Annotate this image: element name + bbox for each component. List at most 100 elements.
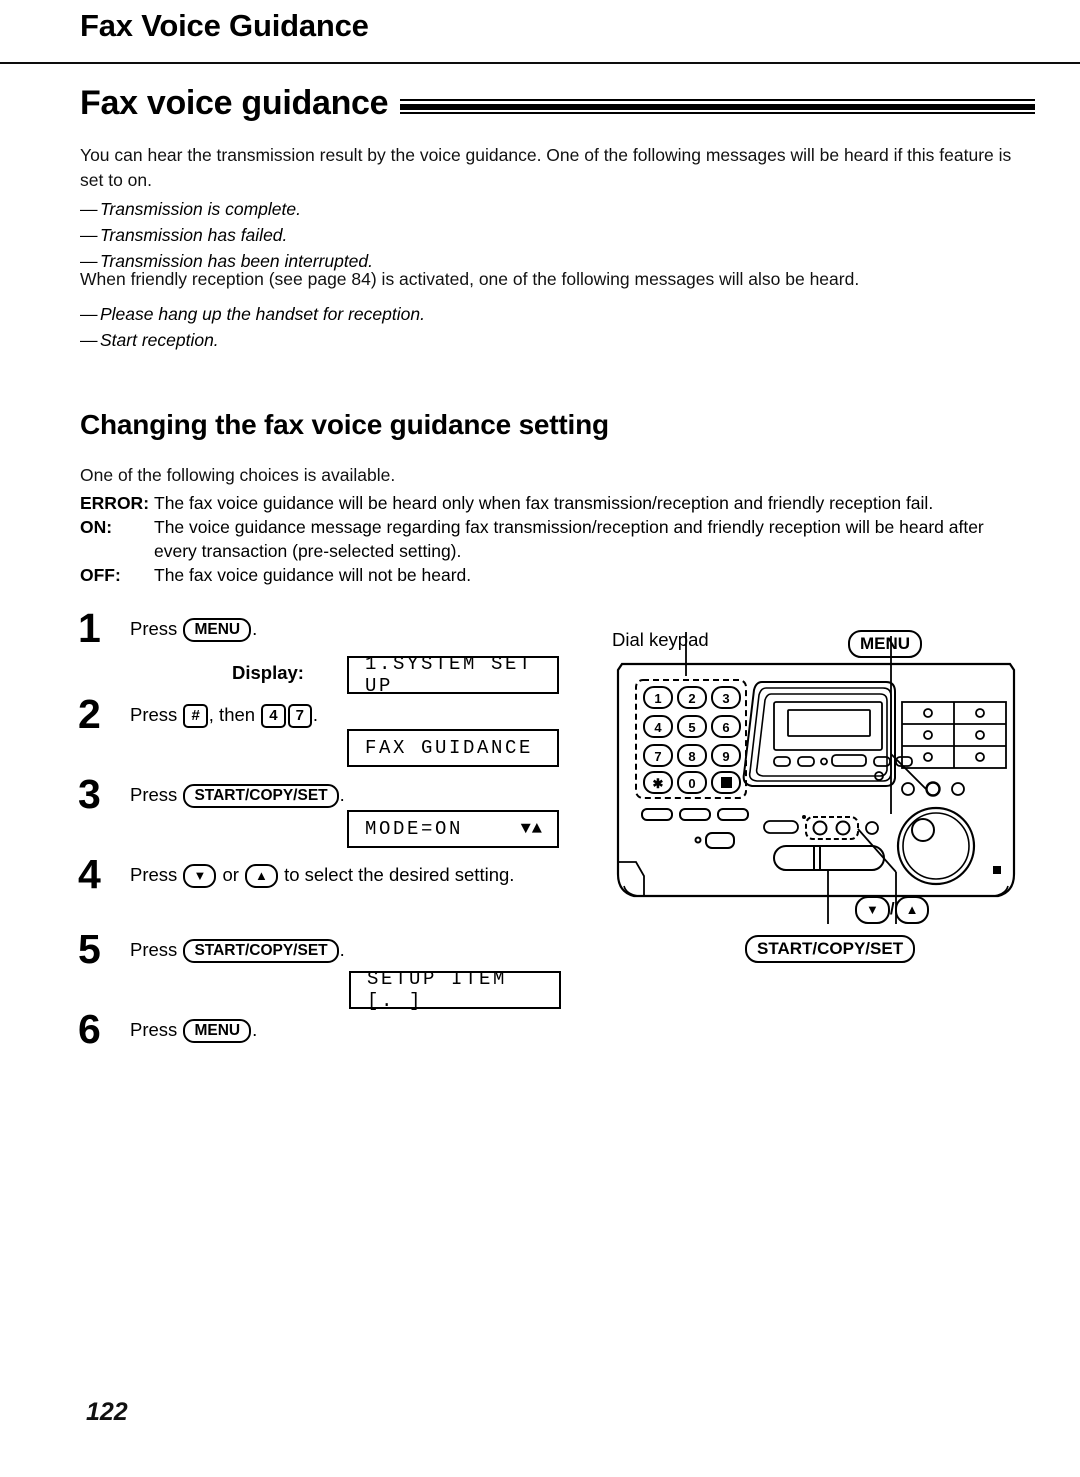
start-copy-set-button	[773, 845, 885, 871]
svg-text:8: 8	[688, 749, 695, 764]
step-tail: .	[339, 939, 345, 960]
step-text: Press ▼ or ▲ to select the desired setti…	[130, 858, 578, 888]
step-text: Press #, then 47.	[130, 698, 578, 728]
step-number: 5	[78, 926, 101, 972]
step-text: Press MENU.	[130, 612, 578, 642]
svg-text:9: 9	[722, 749, 729, 764]
choice-term: OFF:	[80, 565, 121, 585]
choice-row: ON: The voice guidance message regarding…	[80, 515, 1030, 563]
round-button-left	[901, 782, 915, 796]
voice-message-list-2: — Please hang up the handset for receptio…	[80, 301, 980, 353]
dash-bullet: —	[80, 199, 98, 219]
step-text: Press START/COPY/SET.	[130, 778, 578, 808]
message-text: Start reception.	[100, 330, 219, 350]
list-item: — Start reception.	[80, 327, 980, 353]
lcd-display-step2: FAX GUIDANCE	[347, 729, 559, 767]
svg-text:6: 6	[722, 720, 729, 735]
lcd-text: SETUP ITEM [. ]	[367, 968, 508, 1012]
step-tail: .	[339, 784, 345, 805]
digit-4-key[interactable]: 4	[261, 704, 286, 728]
svg-text:5: 5	[688, 720, 695, 735]
menu-key[interactable]: MENU	[183, 1019, 252, 1043]
one-touch-button-grid	[901, 701, 1007, 769]
subsection-title: Changing the fax voice guidance setting	[80, 409, 609, 440]
section-title-rule	[400, 99, 1035, 114]
step-tail: to select the desired setting.	[284, 864, 515, 885]
start-copy-set-key[interactable]: START/COPY/SET	[183, 784, 339, 808]
step-number: 2	[78, 691, 101, 737]
lcd-display-step1: 1.SYSTEM SET UP	[347, 653, 559, 697]
list-item: — Transmission has failed.	[80, 222, 980, 248]
display-label: Display:	[232, 662, 304, 683]
lcd-display-step3: MODE=ON ▼▲	[347, 810, 559, 848]
list-item: — Please hang up the handset for receptio…	[80, 301, 980, 327]
arrow-up-button	[835, 820, 851, 836]
lcd-screen	[787, 709, 871, 737]
choice-definition: The voice guidance message regarding fax…	[154, 517, 984, 561]
choice-term: ON:	[80, 517, 113, 537]
section-title-row: Fax voice guidance	[80, 86, 1035, 120]
arrow-down-button	[812, 820, 828, 836]
dash-bullet: —	[80, 304, 98, 324]
header-divider	[0, 62, 1080, 64]
step-text: Press MENU.	[130, 1013, 578, 1043]
press-label: Press	[130, 704, 178, 725]
press-label: Press	[130, 939, 178, 960]
dash-bullet: —	[80, 330, 98, 350]
menu-key[interactable]: MENU	[183, 618, 252, 642]
body-fold-line	[618, 861, 645, 896]
svg-text:3: 3	[722, 691, 729, 706]
lcd-text: FAX GUIDANCE	[365, 737, 534, 759]
menu-button	[925, 781, 941, 797]
step-number: 3	[78, 771, 101, 817]
step-tail: .	[312, 704, 319, 725]
press-label: Press	[130, 864, 178, 885]
choice-row: ERROR: The fax voice guidance will be he…	[80, 491, 1030, 515]
choice-term: ERROR:	[80, 493, 150, 513]
start-copy-set-key[interactable]: START/COPY/SET	[183, 939, 339, 963]
dash-bullet: —	[80, 225, 98, 245]
choice-definition: The fax voice guidance will not be heard…	[154, 565, 472, 585]
digit-7-key[interactable]: 7	[287, 704, 312, 728]
lcd-display-step5: SETUP ITEM [. ]	[349, 968, 561, 1012]
step-number: 1	[78, 605, 101, 651]
dial-knob	[911, 818, 935, 842]
step-mid: or	[222, 864, 239, 885]
step-tail: .	[252, 1019, 258, 1040]
choice-definition: The fax voice guidance will be heard onl…	[154, 493, 934, 513]
svg-text:0: 0	[688, 776, 695, 791]
fax-machine-illustration: 1 2 3 4 5 6 7 8 9 ✱ 0	[616, 632, 1016, 924]
svg-text:7: 7	[654, 749, 661, 764]
running-header: Fax Voice Guidance	[80, 8, 369, 43]
aux-round-button	[865, 821, 879, 835]
friendly-reception-paragraph: When friendly reception (see page 84) is…	[80, 269, 860, 289]
keypad-key-labels: 1 2 3 4 5 6 7 8 9 ✱ 0	[653, 691, 730, 791]
step-mid: , then	[208, 704, 256, 725]
subsection-intro: One of the following choices is availabl…	[80, 465, 396, 485]
choices-list: ERROR: The fax voice guidance will be he…	[80, 491, 1030, 587]
press-label: Press	[130, 784, 178, 805]
machine-front-edge	[623, 885, 1009, 897]
step-4: 4 Press ▼ or ▲ to select the desired set…	[78, 854, 578, 933]
page-number: 122	[86, 1398, 128, 1426]
arrow-up-key[interactable]: ▲	[245, 864, 278, 888]
fax-machine-diagram: 1 2 3 4 5 6 7 8 9 ✱ 0	[596, 624, 1036, 964]
section-title: Fax voice guidance	[80, 84, 389, 122]
lcd-arrows: ▼▲	[520, 819, 543, 839]
corner-marker	[993, 866, 1001, 874]
svg-text:4: 4	[654, 720, 662, 735]
list-item: — Transmission is complete.	[80, 196, 980, 222]
message-text: Please hang up the handset for reception…	[100, 304, 425, 324]
step-text: Press START/COPY/SET.	[130, 933, 578, 963]
message-text: Transmission is complete.	[100, 199, 301, 219]
hash-key[interactable]: #	[183, 704, 208, 728]
step-6: 6 Press MENU.	[78, 1009, 578, 1063]
intro-paragraph: You can hear the transmission result by …	[80, 145, 1012, 190]
step-number: 6	[78, 1006, 101, 1052]
hash-key-glyph	[721, 777, 732, 788]
arrow-down-key[interactable]: ▼	[183, 864, 217, 888]
lcd-text: MODE=ON	[365, 818, 464, 840]
lcd-text: 1.SYSTEM SET UP	[365, 653, 534, 697]
choice-row: OFF: The fax voice guidance will not be …	[80, 563, 1030, 587]
press-label: Press	[130, 618, 178, 639]
